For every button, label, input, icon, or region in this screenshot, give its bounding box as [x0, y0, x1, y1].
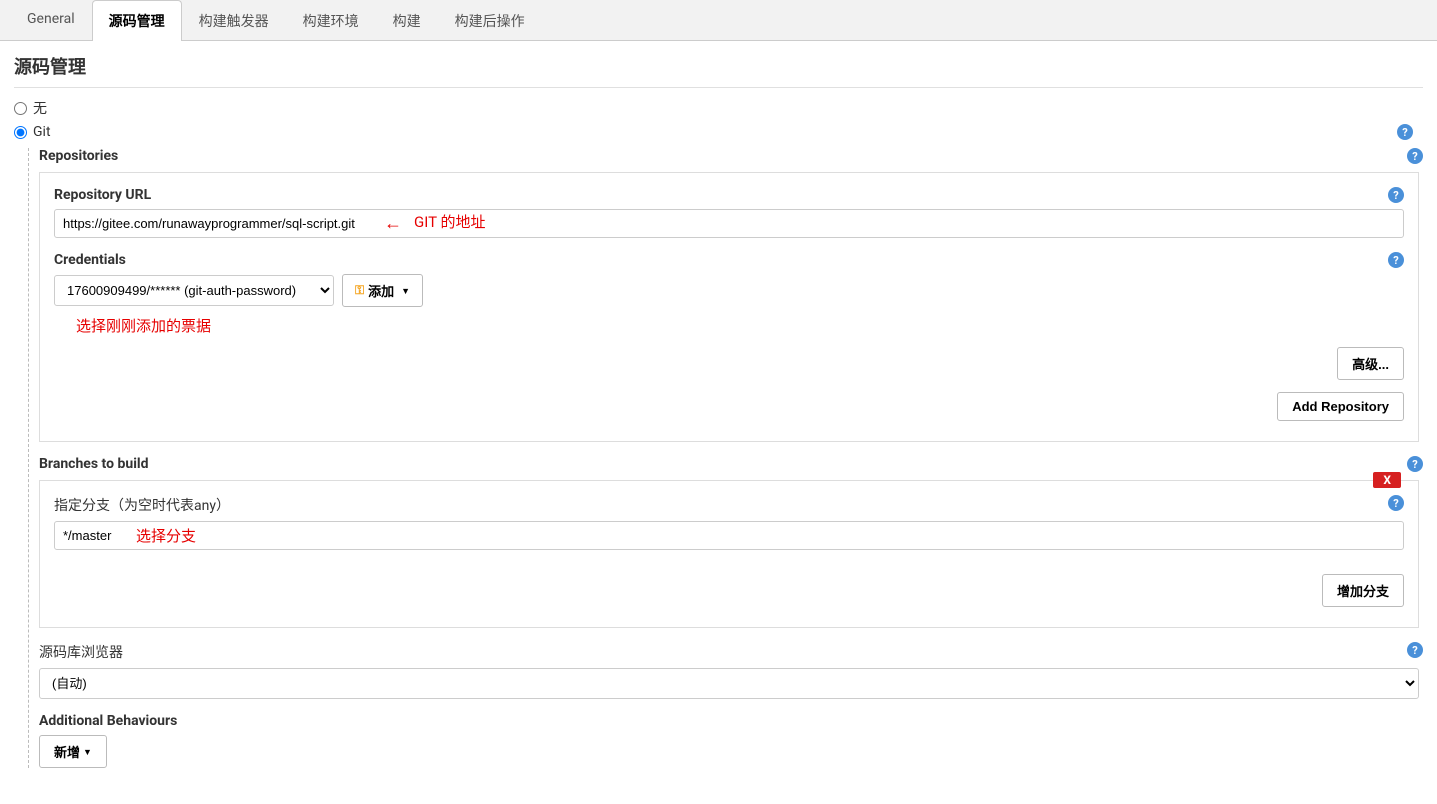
help-icon-branches[interactable]: ? [1407, 456, 1423, 472]
tab-triggers[interactable]: 构建触发器 [182, 0, 286, 41]
caret-down-icon: ▼ [401, 286, 410, 296]
delete-branch-button[interactable]: X [1373, 472, 1401, 488]
repo-url-label: Repository URL ? [54, 187, 1404, 203]
radio-git-label: Git [33, 124, 51, 140]
branch-block: 指定分支（为空时代表any） ? 选择分支 增加分支 [39, 480, 1419, 628]
repo-url-input[interactable] [54, 209, 1404, 238]
section-title-scm: 源码管理 [14, 53, 1423, 88]
radio-none[interactable] [14, 102, 27, 115]
caret-down-icon: ▼ [83, 747, 92, 757]
credentials-select[interactable]: 17600909499/****** (git-auth-password) [54, 275, 334, 306]
annotation-credentials: 选择刚刚添加的票据 [76, 315, 211, 336]
tab-general[interactable]: General [10, 0, 92, 41]
branches-heading: Branches to build ? [39, 456, 1423, 472]
add-repository-button[interactable]: Add Repository [1277, 392, 1404, 421]
repo-browser-label: 源码库浏览器 ? [39, 642, 1423, 662]
add-branch-button[interactable]: 增加分支 [1322, 574, 1404, 607]
tab-scm[interactable]: 源码管理 [92, 0, 182, 41]
help-icon-branch-specifier[interactable]: ? [1388, 495, 1404, 511]
advanced-button[interactable]: 高级... [1337, 347, 1404, 380]
tab-build[interactable]: 构建 [376, 0, 438, 41]
tab-postbuild[interactable]: 构建后操作 [438, 0, 542, 41]
branch-specifier-label: 指定分支（为空时代表any） ? [54, 495, 1404, 515]
radio-none-label: 无 [33, 98, 47, 118]
repo-browser-select[interactable]: (自动) [39, 668, 1419, 699]
add-credentials-button[interactable]: ⚿ 添加 ▼ [342, 274, 423, 307]
credentials-label: Credentials ? [54, 252, 1404, 268]
repository-block: Repository URL ? ← GIT 的地址 Credentials ?… [39, 172, 1419, 442]
branch-specifier-input[interactable] [54, 521, 1404, 550]
config-tabs: General 源码管理 构建触发器 构建环境 构建 构建后操作 [0, 0, 1437, 41]
help-icon-git[interactable]: ? [1397, 124, 1413, 140]
add-behaviour-button[interactable]: 新增 ▼ [39, 735, 107, 768]
scm-option-none[interactable]: 无 [14, 98, 1423, 118]
help-icon-browser[interactable]: ? [1407, 642, 1423, 658]
radio-git[interactable] [14, 126, 27, 139]
additional-behaviours-label: Additional Behaviours [39, 713, 1423, 729]
help-icon-repo-url[interactable]: ? [1388, 187, 1404, 203]
help-icon-repositories[interactable]: ? [1407, 148, 1423, 164]
key-icon: ⚿ [355, 283, 364, 298]
help-icon-credentials[interactable]: ? [1388, 252, 1404, 268]
scm-option-git[interactable]: Git ? [14, 124, 1423, 140]
repositories-heading: Repositories ? [39, 148, 1423, 164]
tab-env[interactable]: 构建环境 [286, 0, 376, 41]
